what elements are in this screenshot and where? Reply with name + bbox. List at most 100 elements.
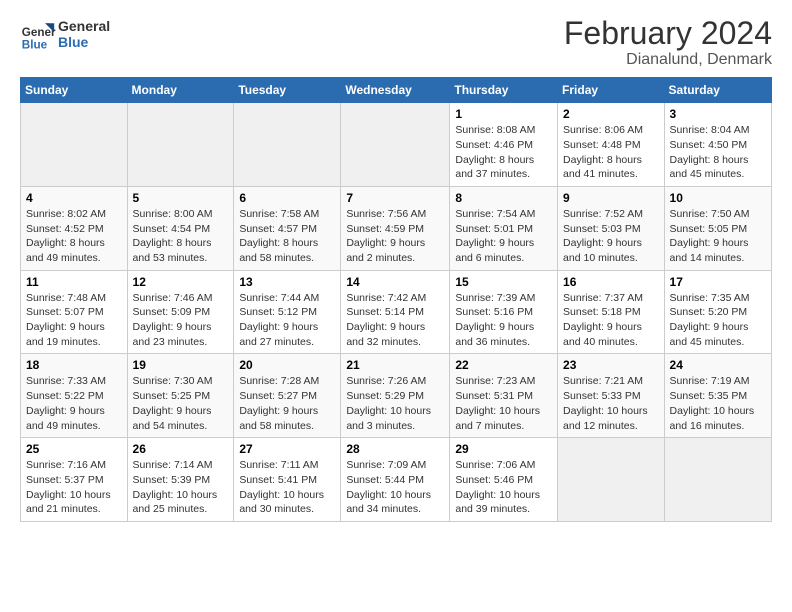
- day-number: 2: [563, 107, 659, 121]
- day-number: 11: [26, 275, 122, 289]
- calendar-cell: 21 Sunrise: 7:26 AM Sunset: 5:29 PM Dayli…: [341, 354, 450, 438]
- day-number: 1: [455, 107, 552, 121]
- calendar-cell: 2 Sunrise: 8:06 AM Sunset: 4:48 PM Daylig…: [558, 103, 665, 187]
- day-number: 5: [133, 191, 229, 205]
- day-info: Sunrise: 7:30 AM Sunset: 5:25 PM Dayligh…: [133, 374, 229, 433]
- day-header-friday: Friday: [558, 78, 665, 103]
- calendar-cell: 3 Sunrise: 8:04 AM Sunset: 4:50 PM Daylig…: [664, 103, 771, 187]
- calendar-cell: 1 Sunrise: 8:08 AM Sunset: 4:46 PM Daylig…: [450, 103, 558, 187]
- header: General Blue General Blue February 2024 …: [20, 16, 772, 69]
- calendar-cell: 27 Sunrise: 7:11 AM Sunset: 5:41 PM Dayli…: [234, 438, 341, 522]
- day-number: 22: [455, 358, 552, 372]
- day-info: Sunrise: 8:02 AM Sunset: 4:52 PM Dayligh…: [26, 207, 122, 266]
- day-header-sunday: Sunday: [21, 78, 128, 103]
- day-info: Sunrise: 8:06 AM Sunset: 4:48 PM Dayligh…: [563, 123, 659, 182]
- day-info: Sunrise: 7:39 AM Sunset: 5:16 PM Dayligh…: [455, 291, 552, 350]
- day-number: 14: [346, 275, 444, 289]
- day-header-tuesday: Tuesday: [234, 78, 341, 103]
- calendar-cell: 15 Sunrise: 7:39 AM Sunset: 5:16 PM Dayli…: [450, 270, 558, 354]
- day-number: 8: [455, 191, 552, 205]
- day-info: Sunrise: 7:28 AM Sunset: 5:27 PM Dayligh…: [239, 374, 335, 433]
- day-number: 29: [455, 442, 552, 456]
- day-info: Sunrise: 7:26 AM Sunset: 5:29 PM Dayligh…: [346, 374, 444, 433]
- day-info: Sunrise: 7:56 AM Sunset: 4:59 PM Dayligh…: [346, 207, 444, 266]
- calendar-cell: 8 Sunrise: 7:54 AM Sunset: 5:01 PM Daylig…: [450, 186, 558, 270]
- calendar-cell: 4 Sunrise: 8:02 AM Sunset: 4:52 PM Daylig…: [21, 186, 128, 270]
- logo-text-2: Blue: [58, 34, 110, 50]
- logo: General Blue General Blue: [20, 16, 110, 52]
- page: General Blue General Blue February 2024 …: [0, 0, 792, 532]
- day-info: Sunrise: 7:54 AM Sunset: 5:01 PM Dayligh…: [455, 207, 552, 266]
- day-number: 23: [563, 358, 659, 372]
- calendar-cell: 9Sunrise: 7:52 AM Sunset: 5:03 PM Daylig…: [558, 186, 665, 270]
- calendar-week-1: 4 Sunrise: 8:02 AM Sunset: 4:52 PM Daylig…: [21, 186, 772, 270]
- calendar-header-row: SundayMondayTuesdayWednesdayThursdayFrid…: [21, 78, 772, 103]
- day-info: Sunrise: 7:50 AM Sunset: 5:05 PM Dayligh…: [670, 207, 766, 266]
- day-number: 19: [133, 358, 229, 372]
- calendar-cell: [664, 438, 771, 522]
- day-header-thursday: Thursday: [450, 78, 558, 103]
- calendar-week-0: 1 Sunrise: 8:08 AM Sunset: 4:46 PM Daylig…: [21, 103, 772, 187]
- day-number: 3: [670, 107, 766, 121]
- day-info: Sunrise: 7:14 AM Sunset: 5:39 PM Dayligh…: [133, 458, 229, 517]
- svg-text:Blue: Blue: [22, 38, 48, 51]
- day-number: 21: [346, 358, 444, 372]
- day-number: 27: [239, 442, 335, 456]
- calendar-cell: 25 Sunrise: 7:16 AM Sunset: 5:37 PM Dayli…: [21, 438, 128, 522]
- day-number: 12: [133, 275, 229, 289]
- day-number: 16: [563, 275, 659, 289]
- day-header-saturday: Saturday: [664, 78, 771, 103]
- calendar-cell: [558, 438, 665, 522]
- logo-text-1: General: [58, 18, 110, 34]
- calendar-cell: 11 Sunrise: 7:48 AM Sunset: 5:07 PM Dayli…: [21, 270, 128, 354]
- calendar-cell: [341, 103, 450, 187]
- calendar-cell: 13Sunrise: 7:44 AM Sunset: 5:12 PM Dayli…: [234, 270, 341, 354]
- calendar-week-3: 18 Sunrise: 7:33 AM Sunset: 5:22 PM Dayli…: [21, 354, 772, 438]
- day-number: 25: [26, 442, 122, 456]
- calendar-cell: 18 Sunrise: 7:33 AM Sunset: 5:22 PM Dayli…: [21, 354, 128, 438]
- day-number: 20: [239, 358, 335, 372]
- day-number: 24: [670, 358, 766, 372]
- calendar-cell: [127, 103, 234, 187]
- calendar-cell: 16Sunrise: 7:37 AM Sunset: 5:18 PM Dayli…: [558, 270, 665, 354]
- calendar-cell: 28 Sunrise: 7:09 AM Sunset: 5:44 PM Dayli…: [341, 438, 450, 522]
- day-header-monday: Monday: [127, 78, 234, 103]
- calendar-cell: 22 Sunrise: 7:23 AM Sunset: 5:31 PM Dayli…: [450, 354, 558, 438]
- day-info: Sunrise: 7:09 AM Sunset: 5:44 PM Dayligh…: [346, 458, 444, 517]
- day-info: Sunrise: 7:19 AM Sunset: 5:35 PM Dayligh…: [670, 374, 766, 433]
- day-info: Sunrise: 7:16 AM Sunset: 5:37 PM Dayligh…: [26, 458, 122, 517]
- calendar-cell: 29 Sunrise: 7:06 AM Sunset: 5:46 PM Dayli…: [450, 438, 558, 522]
- day-number: 7: [346, 191, 444, 205]
- logo-icon: General Blue: [20, 16, 56, 52]
- calendar-cell: 24 Sunrise: 7:19 AM Sunset: 5:35 PM Dayli…: [664, 354, 771, 438]
- calendar-cell: 19 Sunrise: 7:30 AM Sunset: 5:25 PM Dayli…: [127, 354, 234, 438]
- calendar-week-4: 25 Sunrise: 7:16 AM Sunset: 5:37 PM Dayli…: [21, 438, 772, 522]
- calendar-week-2: 11 Sunrise: 7:48 AM Sunset: 5:07 PM Dayli…: [21, 270, 772, 354]
- day-info: Sunrise: 7:33 AM Sunset: 5:22 PM Dayligh…: [26, 374, 122, 433]
- calendar-title: February 2024: [564, 16, 772, 51]
- day-info: Sunrise: 7:48 AM Sunset: 5:07 PM Dayligh…: [26, 291, 122, 350]
- day-number: 6: [239, 191, 335, 205]
- calendar-cell: 6 Sunrise: 7:58 AM Sunset: 4:57 PM Daylig…: [234, 186, 341, 270]
- day-number: 15: [455, 275, 552, 289]
- day-info: Sunrise: 7:23 AM Sunset: 5:31 PM Dayligh…: [455, 374, 552, 433]
- day-info: Sunrise: 7:21 AM Sunset: 5:33 PM Dayligh…: [563, 374, 659, 433]
- calendar-cell: 10 Sunrise: 7:50 AM Sunset: 5:05 PM Dayli…: [664, 186, 771, 270]
- day-number: 4: [26, 191, 122, 205]
- day-info: Sunrise: 8:04 AM Sunset: 4:50 PM Dayligh…: [670, 123, 766, 182]
- day-number: 18: [26, 358, 122, 372]
- day-header-wednesday: Wednesday: [341, 78, 450, 103]
- calendar-cell: 5 Sunrise: 8:00 AM Sunset: 4:54 PM Daylig…: [127, 186, 234, 270]
- day-number: 10: [670, 191, 766, 205]
- day-number: 28: [346, 442, 444, 456]
- day-info: Sunrise: 8:00 AM Sunset: 4:54 PM Dayligh…: [133, 207, 229, 266]
- day-info: Sunrise: 8:08 AM Sunset: 4:46 PM Dayligh…: [455, 123, 552, 182]
- day-number: 26: [133, 442, 229, 456]
- calendar-table: SundayMondayTuesdayWednesdayThursdayFrid…: [20, 77, 772, 522]
- day-info: Sunrise: 7:06 AM Sunset: 5:46 PM Dayligh…: [455, 458, 552, 517]
- day-info: Sunrise: 7:42 AM Sunset: 5:14 PM Dayligh…: [346, 291, 444, 350]
- calendar-cell: 12Sunrise: 7:46 AM Sunset: 5:09 PM Dayli…: [127, 270, 234, 354]
- day-info: Sunrise: 7:58 AM Sunset: 4:57 PM Dayligh…: [239, 207, 335, 266]
- day-info: Sunrise: 7:11 AM Sunset: 5:41 PM Dayligh…: [239, 458, 335, 517]
- calendar-cell: [21, 103, 128, 187]
